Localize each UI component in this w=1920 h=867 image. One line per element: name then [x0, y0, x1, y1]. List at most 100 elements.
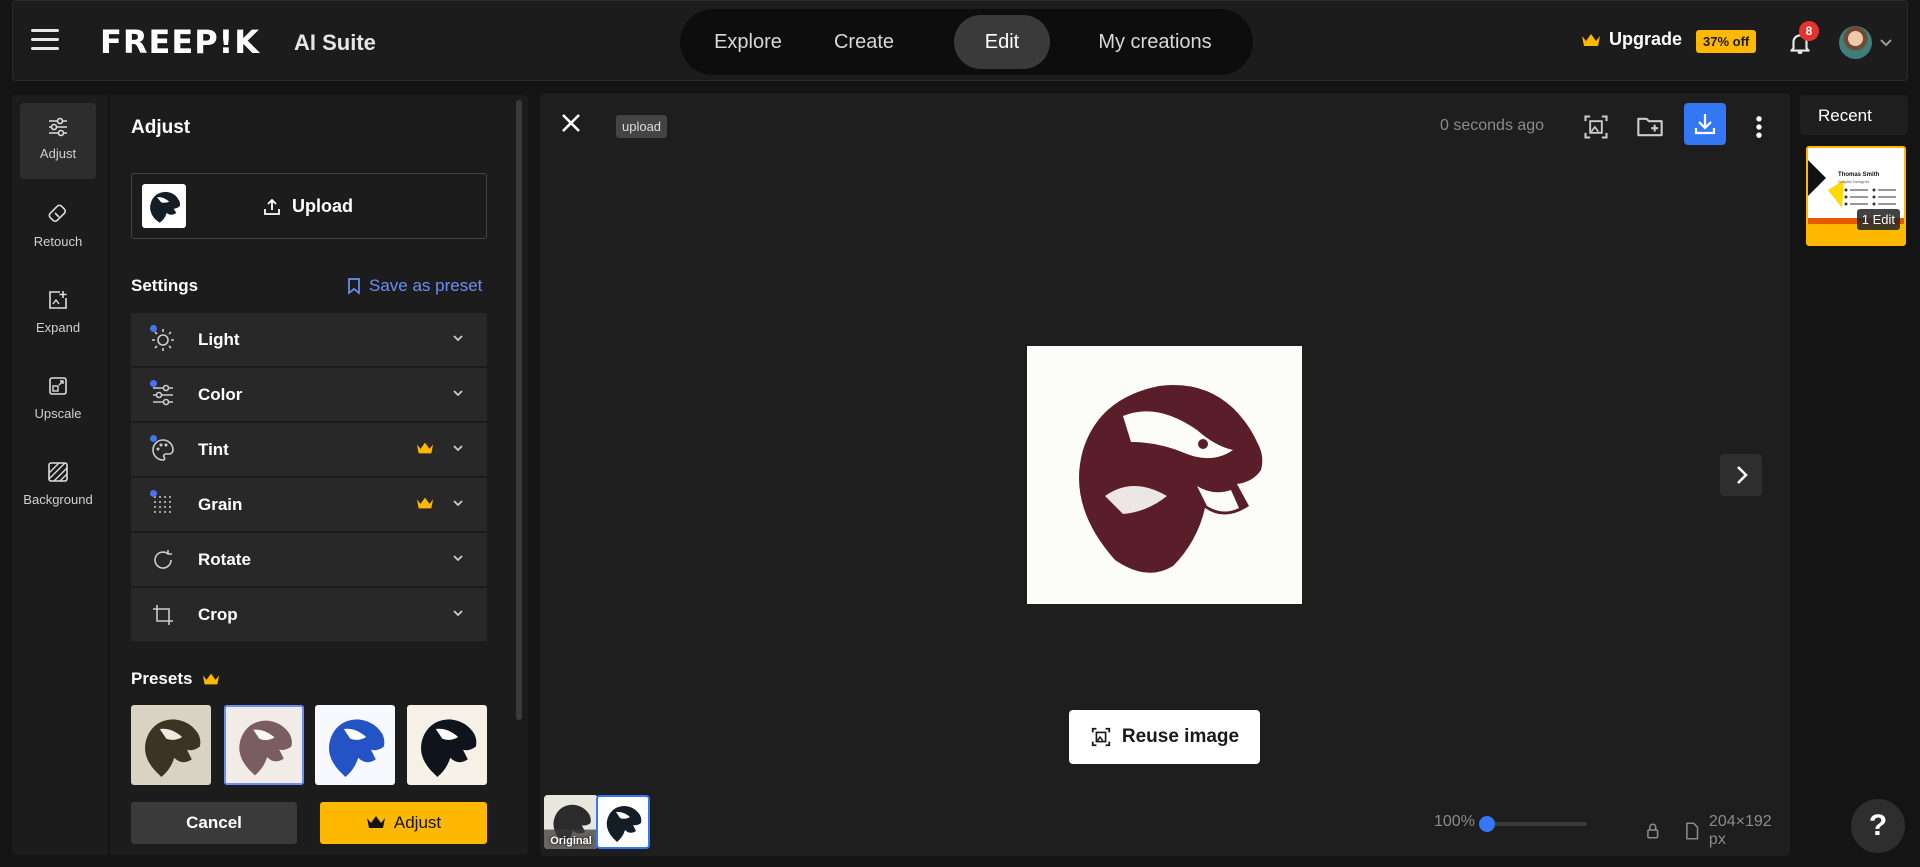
modified-dot [150, 435, 157, 442]
discount-badge[interactable]: 37% off [1696, 30, 1757, 53]
upload-text: Upload [292, 196, 353, 216]
image-dimensions: 204×192 px [1646, 813, 1790, 849]
tool-rail: Adjust Retouch Expand Upscale Background [12, 95, 108, 855]
add-to-folder-icon[interactable] [1636, 113, 1664, 141]
crown-icon [416, 497, 434, 509]
tool-expand[interactable]: Expand [20, 275, 96, 351]
chevron-right-icon [1737, 466, 1748, 484]
dimensions-text: 204×192 px [1708, 813, 1772, 848]
history-original-thumbnail[interactable]: Original [544, 795, 598, 849]
crop-icon [153, 605, 173, 625]
panel-title: Adjust [131, 117, 191, 138]
recent-panel: Recent Thomas Smith Graphic Designer 1 E… [1800, 93, 1908, 856]
reuse-image-icon [1091, 727, 1111, 747]
edited-image [1027, 346, 1302, 604]
presets-label: Presets [131, 669, 193, 688]
chevron-down-icon[interactable] [1880, 34, 1892, 50]
setting-light[interactable]: Light [131, 313, 487, 367]
notification-count: 8 [1799, 21, 1819, 41]
preset-thumbnail[interactable] [407, 705, 487, 785]
setting-tint[interactable]: Tint [131, 423, 487, 477]
upgrade-button[interactable]: Upgrade [1581, 29, 1682, 50]
nav-tab-edit[interactable]: Edit [954, 15, 1050, 69]
preset-thumbnail[interactable] [315, 705, 395, 785]
editor-canvas: upload 0 seconds ago Reuse image Origina… [540, 93, 1790, 856]
chevron-down-icon [453, 610, 463, 617]
next-image-button[interactable] [1720, 454, 1762, 496]
rotate-icon [154, 550, 172, 569]
upload-button[interactable]: Upload [131, 173, 487, 239]
recent-item-thumbnail[interactable]: Thomas Smith Graphic Designer 1 Edit [1806, 146, 1906, 246]
chevron-down-icon [453, 445, 463, 452]
cancel-button[interactable]: Cancel [131, 802, 297, 844]
download-button[interactable] [1684, 103, 1726, 145]
avatar[interactable] [1839, 26, 1872, 59]
top-bar: FREEP!K AI Suite Explore Create Edit My … [12, 0, 1908, 81]
nav-tab-explore[interactable]: Explore [692, 15, 804, 69]
setting-label: Grain [198, 495, 243, 514]
more-options-icon[interactable] [1745, 113, 1773, 141]
modified-dot [150, 490, 157, 497]
nav-tab-create[interactable]: Create [808, 15, 920, 69]
setting-label: Rotate [198, 550, 251, 569]
history-current-thumbnail[interactable] [596, 795, 650, 849]
zoom-slider-handle[interactable] [1479, 816, 1495, 832]
presets-heading: Presets [131, 669, 220, 689]
freepik-logo[interactable]: FREEP!K [100, 23, 260, 61]
zoom-slider[interactable] [1487, 822, 1587, 826]
preset-thumbnail[interactable] [224, 705, 304, 785]
chevron-down-icon [453, 335, 463, 342]
tool-label: Expand [35, 320, 81, 335]
setting-label: Crop [198, 605, 238, 624]
tool-retouch[interactable]: Retouch [20, 189, 96, 265]
setting-crop[interactable]: Crop [131, 588, 487, 642]
setting-color[interactable]: Color [131, 368, 487, 422]
settings-heading: Settings [131, 276, 199, 295]
original-label: Original [550, 835, 592, 847]
lock-icon[interactable] [1646, 823, 1660, 839]
preset-thumbnail[interactable] [131, 705, 211, 785]
zoom-level: 100% [1434, 813, 1475, 830]
background-icon [48, 462, 68, 482]
chevron-down-icon [453, 390, 463, 397]
reuse-image-button[interactable]: Reuse image [1069, 710, 1260, 764]
main-nav: Explore Create Edit My creations [680, 9, 1253, 75]
setting-label: Light [198, 330, 240, 349]
eraser-icon [48, 204, 67, 223]
reuse-image-label: Reuse image [1121, 726, 1240, 747]
tool-label: Upscale [34, 406, 82, 421]
tool-adjust[interactable]: Adjust [20, 103, 96, 179]
expand-icon [49, 291, 67, 309]
source-tag: upload [616, 115, 668, 138]
setting-grain[interactable]: Grain [131, 478, 487, 532]
tool-label: Retouch [33, 234, 83, 249]
adjust-button[interactable]: Adjust [320, 802, 487, 844]
tool-upscale[interactable]: Upscale [20, 361, 96, 437]
recent-heading[interactable]: Recent [1800, 95, 1908, 135]
help-button[interactable]: ? [1851, 799, 1905, 853]
upscale-icon [49, 377, 67, 395]
upload-icon [264, 198, 280, 215]
crown-icon [366, 816, 385, 828]
setting-rotate[interactable]: Rotate [131, 533, 487, 587]
save-preset-link[interactable]: Save as preset [347, 276, 482, 296]
menu-icon[interactable] [31, 29, 59, 51]
chevron-down-icon [453, 500, 463, 507]
crown-icon [1582, 33, 1600, 46]
bookmark-icon [348, 278, 360, 295]
recent-card-name: Thomas Smith [1838, 172, 1880, 178]
recent-card-role: Graphic Designer [1838, 179, 1870, 184]
setting-label: Color [198, 385, 243, 404]
panel-scrollbar[interactable] [516, 100, 522, 720]
chevron-down-icon [453, 555, 463, 562]
modified-dot [150, 325, 157, 332]
crown-icon [203, 673, 220, 685]
reuse-image-icon[interactable] [1582, 113, 1610, 141]
adjust-panel: Adjust Upload Settings Save as preset Li… [110, 95, 528, 855]
nav-tab-my-creations[interactable]: My creations [1070, 15, 1240, 69]
close-icon[interactable] [560, 112, 582, 134]
tool-background[interactable]: Background [20, 447, 96, 523]
edit-count-badge: 1 Edit [1856, 209, 1900, 230]
save-preset-label: Save as preset [369, 276, 483, 295]
adjust-button-label: Adjust [393, 813, 442, 832]
